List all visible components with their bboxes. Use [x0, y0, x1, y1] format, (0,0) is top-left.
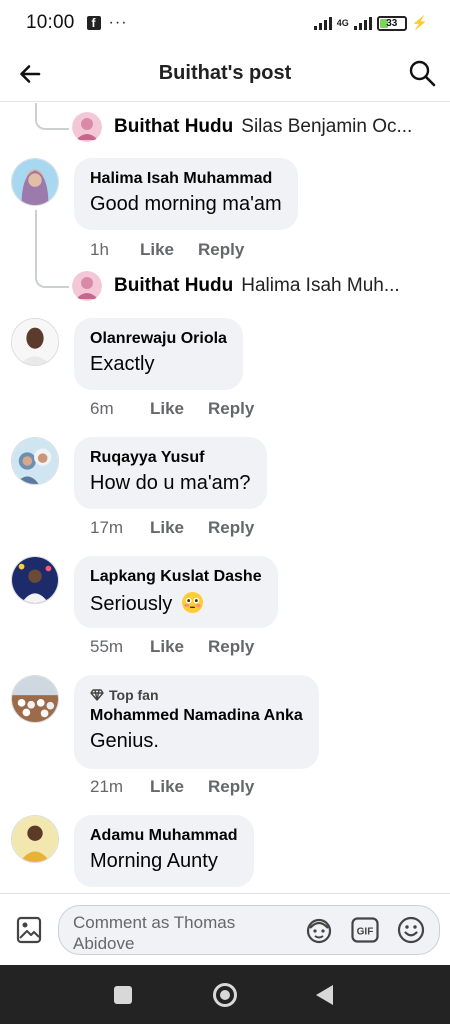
- avatar[interactable]: [11, 556, 59, 604]
- search-icon[interactable]: [408, 59, 436, 87]
- comment-bubble[interactable]: Adamu Muhammad Morning Aunty: [74, 815, 254, 887]
- system-back-icon[interactable]: [316, 985, 333, 1005]
- comment-time: 6m: [90, 399, 114, 418]
- wifi-signal-icon: [313, 16, 332, 30]
- battery-icon: 33: [376, 15, 407, 31]
- status-time: 10:00: [26, 12, 75, 33]
- comment-bubble[interactable]: Olanrewaju Oriola Exactly: [74, 318, 243, 390]
- comment-author[interactable]: Lapkang Kuslat Dashe: [90, 568, 262, 586]
- avatar[interactable]: [11, 158, 59, 206]
- comment-author[interactable]: Adamu Muhammad: [90, 827, 238, 845]
- page-title: Buithat's post: [158, 62, 292, 84]
- reply-button[interactable]: Reply: [208, 777, 254, 797]
- photo-icon[interactable]: [16, 916, 42, 944]
- reply-preview[interactable]: Buithat Hudu Silas Benjamin Oc...: [72, 112, 412, 142]
- more-notifications-icon: ···: [108, 14, 128, 31]
- comment-composer: Comment as Thomas Abidove GIF: [0, 893, 450, 965]
- emoji-icon[interactable]: [397, 916, 425, 944]
- comments-list[interactable]: Buithat Hudu Silas Benjamin Oc... Halima…: [0, 103, 450, 893]
- facebook-notification-icon: f: [86, 16, 101, 30]
- comment-author[interactable]: Mohammed Namadina Anka: [90, 707, 303, 725]
- avatar[interactable]: [11, 815, 59, 863]
- reply-preview[interactable]: Buithat Hudu Halima Isah Muh...: [72, 271, 400, 301]
- thread-connector: [35, 103, 69, 130]
- comment-bubble[interactable]: Top fan Mohammed Namadina Anka Genius.: [74, 675, 319, 769]
- comment-actions: 1h Like Reply: [90, 240, 244, 260]
- comment-text: Genius.: [90, 730, 159, 752]
- reply-author[interactable]: Buithat Hudu: [114, 275, 233, 297]
- avatar[interactable]: [11, 437, 59, 485]
- avatar[interactable]: [72, 112, 102, 142]
- comment-bubble[interactable]: Halima Isah Muhammad Good morning ma'am: [74, 158, 298, 230]
- like-button[interactable]: Like: [150, 518, 184, 538]
- comment-author[interactable]: Ruqayya Yusuf: [90, 449, 251, 467]
- status-bar: 10:00 f ··· 4G 33 ⚡: [0, 0, 450, 46]
- comment-text: Good morning ma'am: [90, 193, 282, 215]
- reply-button[interactable]: Reply: [208, 518, 254, 538]
- comment-time: 21m: [90, 777, 124, 796]
- recent-apps-icon[interactable]: [114, 986, 132, 1004]
- reply-button[interactable]: Reply: [198, 240, 244, 260]
- reply-author[interactable]: Buithat Hudu: [114, 116, 233, 138]
- comment-text: Morning Aunty: [90, 850, 218, 872]
- like-button[interactable]: Like: [150, 399, 184, 419]
- comment-time: 55m: [90, 637, 124, 656]
- comment-text: Seriously: [90, 591, 262, 616]
- comment-author[interactable]: Halima Isah Muhammad: [90, 170, 282, 188]
- comment-bubble[interactable]: Ruqayya Yusuf How do u ma'am?: [74, 437, 267, 509]
- comment-text-content: Seriously: [90, 593, 173, 615]
- system-navigation-bar: [0, 965, 450, 1024]
- cell-signal-icon: [353, 16, 372, 30]
- comment-input-placeholder: Comment as Thomas Abidove: [73, 913, 236, 953]
- gif-icon[interactable]: GIF: [351, 917, 379, 943]
- reply-button[interactable]: Reply: [208, 637, 254, 657]
- gif-label: GIF: [357, 927, 374, 938]
- comment-input[interactable]: Comment as Thomas Abidove GIF: [58, 905, 440, 955]
- like-button[interactable]: Like: [150, 777, 184, 797]
- comment-time: 17m: [90, 518, 124, 537]
- comment-actions: 21m Like Reply: [90, 777, 254, 797]
- comment-actions: 6m Like Reply: [90, 399, 254, 419]
- comment-time: 1h: [90, 240, 109, 259]
- network-type: 4G: [336, 18, 349, 28]
- comment-author[interactable]: Olanrewaju Oriola: [90, 330, 227, 348]
- avatar[interactable]: [11, 675, 59, 723]
- diamond-icon: [90, 689, 104, 701]
- avatar[interactable]: [72, 271, 102, 301]
- back-arrow-icon[interactable]: [18, 62, 42, 86]
- flushed-face-emoji-icon: [181, 591, 203, 614]
- charging-icon: ⚡: [411, 15, 428, 30]
- avatar-sticker-icon[interactable]: [305, 916, 333, 944]
- comment-actions: 17m Like Reply: [90, 518, 254, 538]
- comment-text: How do u ma'am?: [90, 472, 251, 494]
- top-app-bar: Buithat's post: [0, 46, 450, 102]
- comment-bubble[interactable]: Lapkang Kuslat Dashe Seriously: [74, 556, 278, 628]
- top-fan-badge: Top fan: [90, 687, 303, 703]
- home-icon[interactable]: [213, 983, 237, 1007]
- like-button[interactable]: Like: [150, 637, 184, 657]
- reply-text: Halima Isah Muh...: [241, 275, 400, 296]
- thread-connector: [35, 268, 69, 288]
- thread-connector: [35, 210, 37, 270]
- comment-text: Exactly: [90, 353, 155, 375]
- reply-text: Silas Benjamin Oc...: [241, 116, 413, 137]
- avatar[interactable]: [11, 318, 59, 366]
- reply-button[interactable]: Reply: [208, 399, 254, 419]
- like-button[interactable]: Like: [140, 240, 174, 260]
- badge-label: Top fan: [109, 687, 159, 703]
- battery-level: 33: [386, 17, 398, 29]
- comment-actions: 55m Like Reply: [90, 637, 254, 657]
